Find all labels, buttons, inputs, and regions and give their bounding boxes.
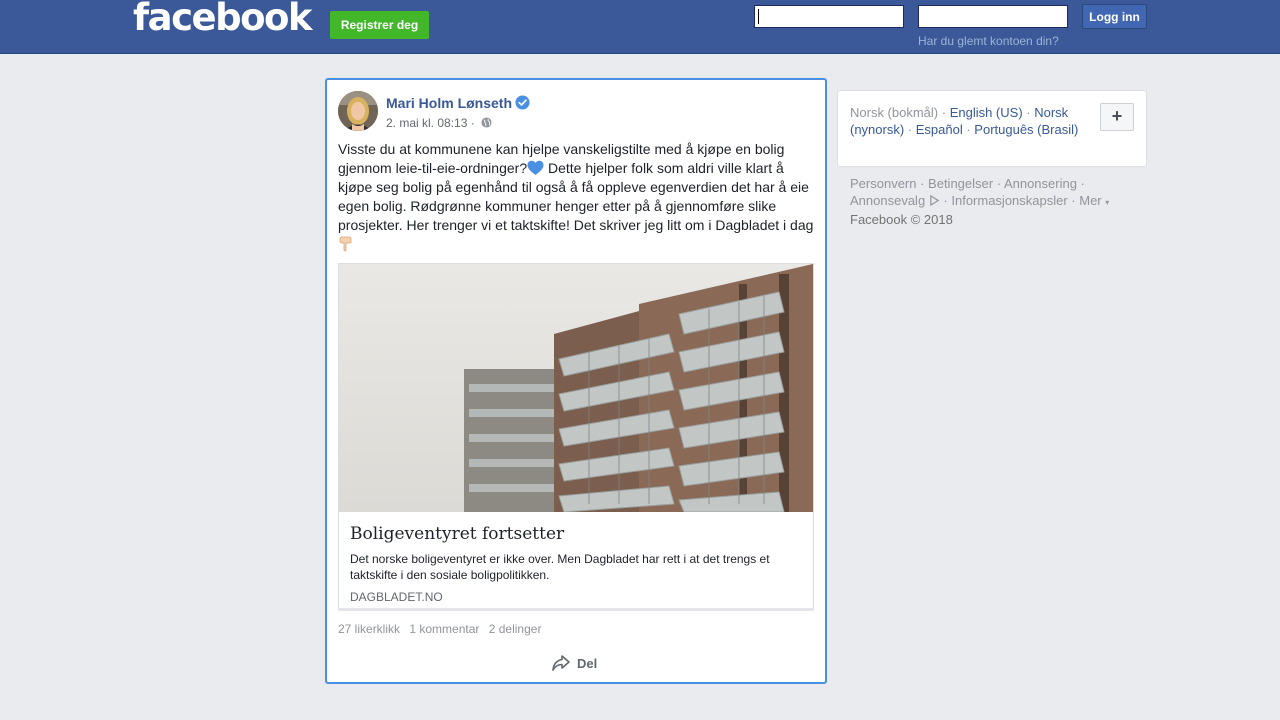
footer-link-more[interactable]: Mer ▾ [1079, 193, 1109, 208]
chevron-down-icon: ▾ [1105, 198, 1110, 207]
share-button[interactable]: Del [551, 654, 597, 672]
globe-icon [481, 117, 492, 128]
footer-link-more-label: Mer [1079, 193, 1102, 208]
language-selector: Norsk (bokmål) · English (US) · Norsk (n… [837, 90, 1147, 167]
likes-count[interactable]: 27 likerklikk [338, 622, 400, 636]
post-author-name[interactable]: Mari Holm Lønseth [386, 94, 512, 112]
email-input[interactable] [754, 5, 904, 28]
share-label: Del [577, 655, 598, 671]
pointing-down-icon [339, 236, 352, 252]
login-button[interactable]: Logg inn [1082, 4, 1147, 29]
link-preview-body: Boligeventyret fortsetter Det norske bol… [339, 512, 813, 604]
adchoices-icon [930, 195, 940, 206]
footer-link-privacy[interactable]: Personvern [850, 176, 916, 191]
top-bar: facebook Registrer deg Logg inn Har du g… [0, 0, 1280, 54]
link-domain: DAGBLADET.NO [350, 590, 443, 604]
blue-heart-icon [527, 160, 544, 175]
post-meta: 2. mai kl. 08:13 · [386, 115, 492, 131]
footer-links: Personvern · Betingelser · Annonsering ·… [850, 176, 1110, 227]
footer-link-adchoices-label: Annonsevalg [850, 193, 926, 208]
verified-badge-icon [515, 95, 530, 110]
link-preview-image[interactable] [339, 264, 813, 512]
language-current: Norsk (bokmål) [850, 105, 939, 120]
facebook-logo[interactable]: facebook [133, 0, 313, 39]
link-preview[interactable]: Boligeventyret fortsetter Det norske bol… [338, 263, 814, 611]
footer-link-advertising[interactable]: Annonsering [1004, 176, 1077, 191]
post-stats: 27 likerklikk 1 kommentar 2 delinger [338, 622, 547, 636]
footer-link-terms[interactable]: Betingelser [928, 176, 993, 191]
language-option[interactable]: Português (Brasil) [974, 122, 1078, 137]
text-caret [758, 9, 759, 24]
register-button[interactable]: Registrer deg [330, 11, 429, 39]
copyright: Facebook © 2018 [850, 212, 953, 227]
avatar[interactable] [338, 91, 378, 131]
post-card: Mari Holm Lønseth 2. mai kl. 08:13 · Vis… [325, 78, 827, 684]
password-input[interactable] [918, 5, 1068, 28]
more-languages-button[interactable]: + [1100, 103, 1134, 131]
language-list: Norsk (bokmål) · English (US) · Norsk (n… [850, 105, 1079, 137]
footer-link-cookies[interactable]: Informasjonskapsler [951, 193, 1067, 208]
language-option[interactable]: English (US) [950, 105, 1023, 120]
forgot-account-link[interactable]: Har du glemt kontoen din? [918, 34, 1059, 48]
post-text: Visste du at kommunene kan hjelpe vanske… [338, 140, 818, 254]
footer-link-adchoices[interactable]: Annonsevalg [850, 193, 940, 208]
share-icon [552, 655, 570, 671]
link-title[interactable]: Boligeventyret fortsetter [350, 524, 802, 544]
comments-count[interactable]: 1 kommentar [409, 622, 479, 636]
language-option[interactable]: Español [916, 122, 963, 137]
meta-separator: · [470, 116, 475, 130]
post-timestamp[interactable]: 2. mai kl. 08:13 [386, 116, 467, 130]
link-description: Det norske boligeventyret er ikke over. … [350, 552, 770, 582]
shares-count[interactable]: 2 delinger [489, 622, 542, 636]
